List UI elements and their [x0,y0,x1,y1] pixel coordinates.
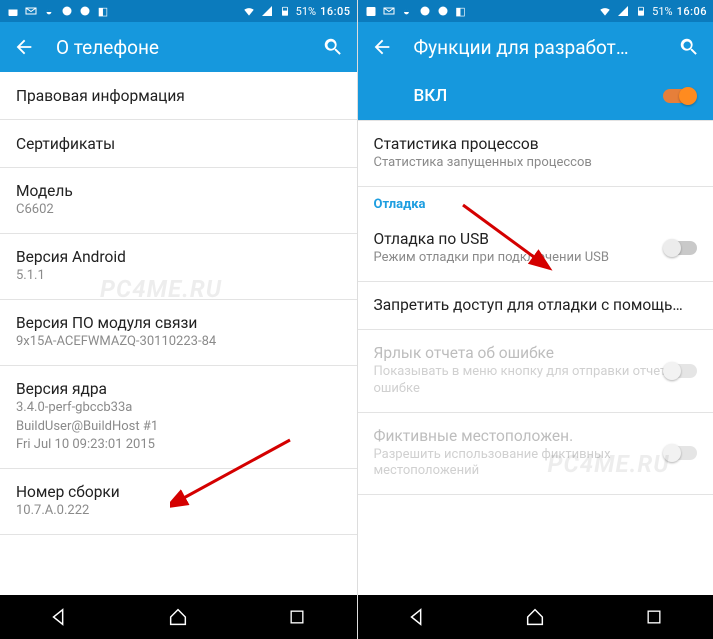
bugreport-shortcut-label: Ярлык отчета об ошибке [374,344,698,362]
viber-icon [418,4,432,18]
model-label: Модель [16,182,341,200]
nav-bar [358,595,713,639]
usb-debugging-label: Отладка по USB [374,230,698,248]
signal-icon [616,4,630,18]
nav-recent-button[interactable] [285,605,309,629]
settings-list: Правовая информация Сертификаты Модель C… [0,72,357,595]
baseband-label: Версия ПО модуля связи [16,314,341,332]
battery-icon [634,4,648,18]
legal-info-row[interactable]: Правовая информация [0,72,357,120]
battery-icon [278,4,292,18]
battery-percent: 51% [296,5,316,18]
mock-locations-switch-disabled [663,444,699,462]
status-bar: ◒ ◧ 51% 16:05 [0,0,357,22]
chat-icon: ◒ [42,4,56,18]
notification-icon: ◧ [96,4,110,18]
clock: 16:06 [677,5,707,18]
nav-back-button[interactable] [405,605,429,629]
kernel-line2: BuildUser@BuildHost #1 [16,419,341,436]
model-value: C6602 [16,202,341,219]
bugreport-shortcut-row: Ярлык отчета об ошибке Показывать в меню… [358,330,713,413]
certificates-label: Сертификаты [16,135,341,153]
app-bar: О телефоне [0,22,357,72]
search-button[interactable] [319,33,347,61]
usb-debugging-row[interactable]: Отладка по USB Режим отладки при подключ… [358,216,713,282]
wifi-icon [242,4,256,18]
gmail-icon [382,4,396,18]
mock-locations-value: Разрешить использование фиктивных местоп… [374,447,698,481]
screen-about-phone: ◒ ◧ 51% 16:05 О телефоне Правовая информ… [0,0,357,639]
baseband-row[interactable]: Версия ПО модуля связи 9x15A-ACEFWMAZQ-3… [0,300,357,366]
app-bar: Функции для разработ… [358,22,713,72]
kernel-label: Версия ядра [16,380,341,398]
usb-debugging-switch-off[interactable] [663,239,699,257]
kernel-line3: Fri Jul 10 09:23:01 2015 [16,437,341,454]
nav-bar [0,595,357,639]
calendar-icon [6,4,20,18]
master-toggle-label: ВКЛ [374,86,448,106]
build-number-label: Номер сборки [16,483,341,501]
legal-info-label: Правовая информация [16,87,341,105]
process-stats-label: Статистика процессов [374,135,698,153]
android-version-label: Версия Android [16,248,341,266]
page-title: О телефоне [56,36,301,59]
page-title: Функции для разработ… [414,36,658,59]
build-number-value: 10.7.A.0.222 [16,503,341,520]
back-button[interactable] [368,33,396,61]
mock-locations-label: Фиктивные местоположен. [374,427,698,445]
baseband-value: 9x15A-ACEFWMAZQ-30110223-84 [16,334,341,351]
calendar-icon [364,4,378,18]
revoke-access-label: Запретить доступ для отладки с помощь… [374,296,698,314]
battery-percent: 51% [652,5,672,18]
viber-icon [60,4,74,18]
revoke-access-row[interactable]: Запретить доступ для отладки с помощь… [358,282,713,330]
screen-developer-options: ◒ ◧ 51% 16:06 Функции для разработ… ВКЛ … [357,0,713,639]
certificates-row[interactable]: Сертификаты [0,120,357,168]
usb-debugging-value: Режим отладки при подключении USB [374,250,698,267]
settings-list: Статистика процессов Статистика запущенн… [358,121,713,595]
wifi-icon [598,4,612,18]
bugreport-switch-disabled [663,362,699,380]
nav-home-button[interactable] [166,605,190,629]
model-row[interactable]: Модель C6602 [0,168,357,234]
build-number-row[interactable]: Номер сборки 10.7.A.0.222 [0,469,357,535]
kernel-line1: 3.4.0-perf-gbccb33a [16,400,341,417]
notification-icon: ◧ [454,4,468,18]
search-button[interactable] [675,33,703,61]
section-header-debug: Отладка [358,187,713,216]
nav-recent-button[interactable] [642,605,666,629]
master-toggle-row[interactable]: ВКЛ [358,72,713,121]
process-stats-row[interactable]: Статистика процессов Статистика запущенн… [358,121,713,187]
skype-icon [436,4,450,18]
process-stats-value: Статистика запущенных процессов [374,155,698,172]
master-switch-on[interactable] [661,87,697,105]
bugreport-shortcut-value: Показывать в меню кнопку для отправки от… [374,364,698,398]
nav-back-button[interactable] [47,605,71,629]
nav-home-button[interactable] [523,605,547,629]
clock: 16:05 [320,5,350,18]
kernel-row[interactable]: Версия ядра 3.4.0-perf-gbccb33a BuildUse… [0,366,357,470]
android-version-row[interactable]: Версия Android 5.1.1 [0,234,357,300]
status-bar: ◒ ◧ 51% 16:06 [358,0,713,22]
signal-icon [260,4,274,18]
skype-icon [78,4,92,18]
back-button[interactable] [10,33,38,61]
android-version-value: 5.1.1 [16,268,341,285]
gmail-icon [24,4,38,18]
mock-locations-row: Фиктивные местоположен. Разрешить исполь… [358,413,713,496]
chat-icon: ◒ [400,4,414,18]
